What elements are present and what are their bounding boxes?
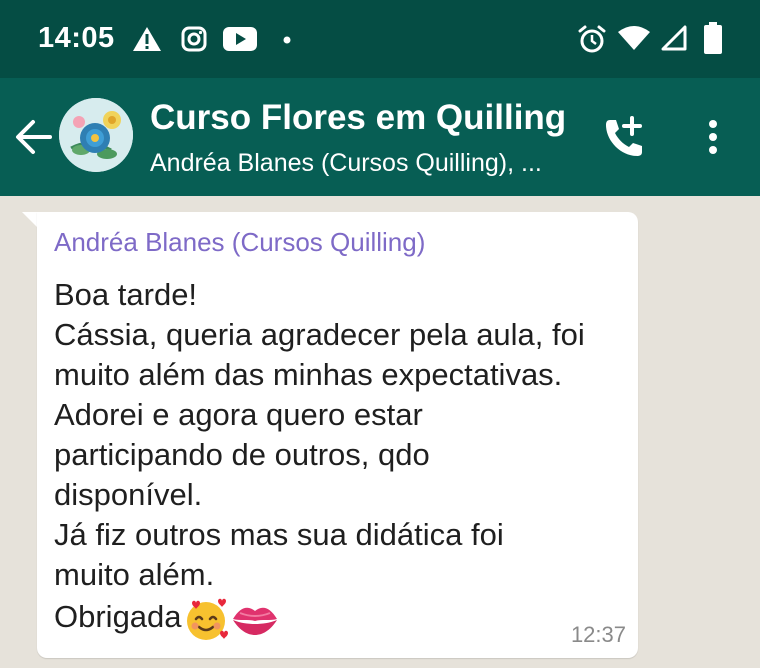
- message-line: disponível.: [54, 477, 203, 512]
- add-call-icon[interactable]: [600, 114, 648, 162]
- status-time: 14:05: [38, 22, 115, 54]
- message-sender[interactable]: Andréa Blanes (Cursos Quilling): [54, 227, 425, 258]
- message-text: Boa tarde! Cássia, queria agradecer pela…: [54, 275, 629, 595]
- message-line: muito além das minhas expectativas.: [54, 357, 563, 392]
- smiling-face-with-hearts-emoji: [186, 598, 228, 640]
- notification-dot-icon: [283, 36, 291, 44]
- chat-participants[interactable]: Andréa Blanes (Cursos Quilling), ...: [150, 149, 542, 178]
- message-line: Já fiz outros mas sua didática foi: [54, 517, 504, 552]
- more-options-icon[interactable]: [700, 118, 726, 158]
- message-bubble[interactable]: Andréa Blanes (Cursos Quilling) Boa tard…: [37, 212, 638, 658]
- status-bar: 14:05: [0, 0, 760, 78]
- back-arrow-icon[interactable]: [14, 118, 54, 156]
- instagram-icon: [181, 26, 207, 52]
- warning-icon: [133, 27, 161, 51]
- group-avatar[interactable]: [59, 98, 133, 172]
- message-line: muito além.: [54, 557, 215, 592]
- wifi-icon: [618, 26, 650, 50]
- youtube-icon: [223, 27, 257, 51]
- battery-icon: [704, 22, 722, 54]
- message-line: participando de outros, qdo: [54, 437, 430, 472]
- alarm-icon: [578, 25, 606, 53]
- chat-title[interactable]: Curso Flores em Quilling: [150, 98, 566, 138]
- message-closing-text: Obrigada: [54, 599, 182, 635]
- kiss-mark-emoji: [232, 607, 277, 635]
- message-time: 12:37: [570, 622, 626, 647]
- cell-signal-icon: [661, 25, 687, 51]
- message-closing: Obrigada: [54, 595, 280, 643]
- message-line: Cássia, queria agradecer pela aula, foi: [54, 317, 585, 352]
- message-line: Boa tarde!: [54, 277, 198, 312]
- quilling-flowers-image: [59, 98, 133, 172]
- message-line: Adorei e agora quero estar: [54, 397, 423, 432]
